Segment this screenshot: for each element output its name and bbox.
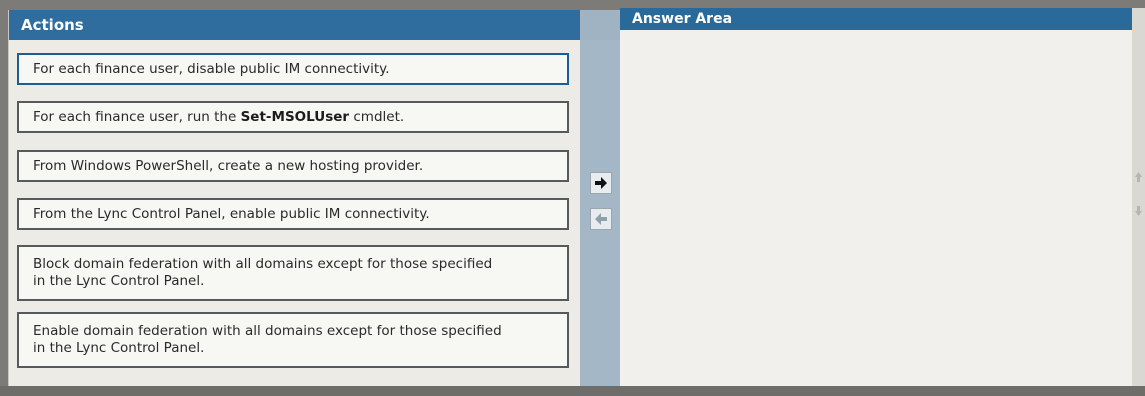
action-item-1[interactable]: For each finance user, disable public IM… xyxy=(17,53,569,85)
action-item-2[interactable]: For each finance user, run the Set-MSOLU… xyxy=(17,101,569,133)
arrow-left-icon xyxy=(595,213,607,225)
action-item-4[interactable]: From the Lync Control Panel, enable publ… xyxy=(17,198,569,230)
bottom-edge xyxy=(0,386,1145,396)
move-right-button[interactable] xyxy=(590,172,612,194)
arrow-up-icon xyxy=(1135,172,1142,182)
action-item-6[interactable]: Enable domain federation with all domain… xyxy=(17,312,569,368)
reorder-rail xyxy=(1132,8,1145,396)
action-item-text: Enable domain federation with all domain… xyxy=(33,323,502,356)
action-item-5[interactable]: Block domain federation with all domains… xyxy=(17,245,569,301)
arrow-down-icon xyxy=(1135,206,1142,216)
actions-header: Actions xyxy=(9,10,581,40)
action-item-text: From Windows PowerShell, create a new ho… xyxy=(33,157,424,174)
answer-drop-zone[interactable] xyxy=(620,30,1132,388)
actions-panel: Actions For each finance user, disable p… xyxy=(8,10,581,396)
divider-strip xyxy=(580,10,620,40)
arrow-right-icon xyxy=(595,177,607,189)
move-down-button[interactable] xyxy=(1133,202,1144,220)
cmdlet-name: Set-MSOLUser xyxy=(240,108,350,125)
action-item-text: Block domain federation with all domains… xyxy=(33,256,493,289)
answer-area-panel: Answer Area xyxy=(620,8,1132,388)
action-item-3[interactable]: From Windows PowerShell, create a new ho… xyxy=(17,150,569,182)
action-item-text: For each finance user, run the Set-MSOLU… xyxy=(33,108,405,125)
move-left-button[interactable] xyxy=(590,208,612,230)
answer-area-header: Answer Area xyxy=(620,8,1132,30)
action-item-text: From the Lync Control Panel, enable publ… xyxy=(33,205,430,222)
move-controls-column xyxy=(580,10,620,396)
drag-drop-question: Actions For each finance user, disable p… xyxy=(0,0,1145,396)
action-item-text: For each finance user, disable public IM… xyxy=(33,60,390,77)
move-up-button[interactable] xyxy=(1133,168,1144,186)
